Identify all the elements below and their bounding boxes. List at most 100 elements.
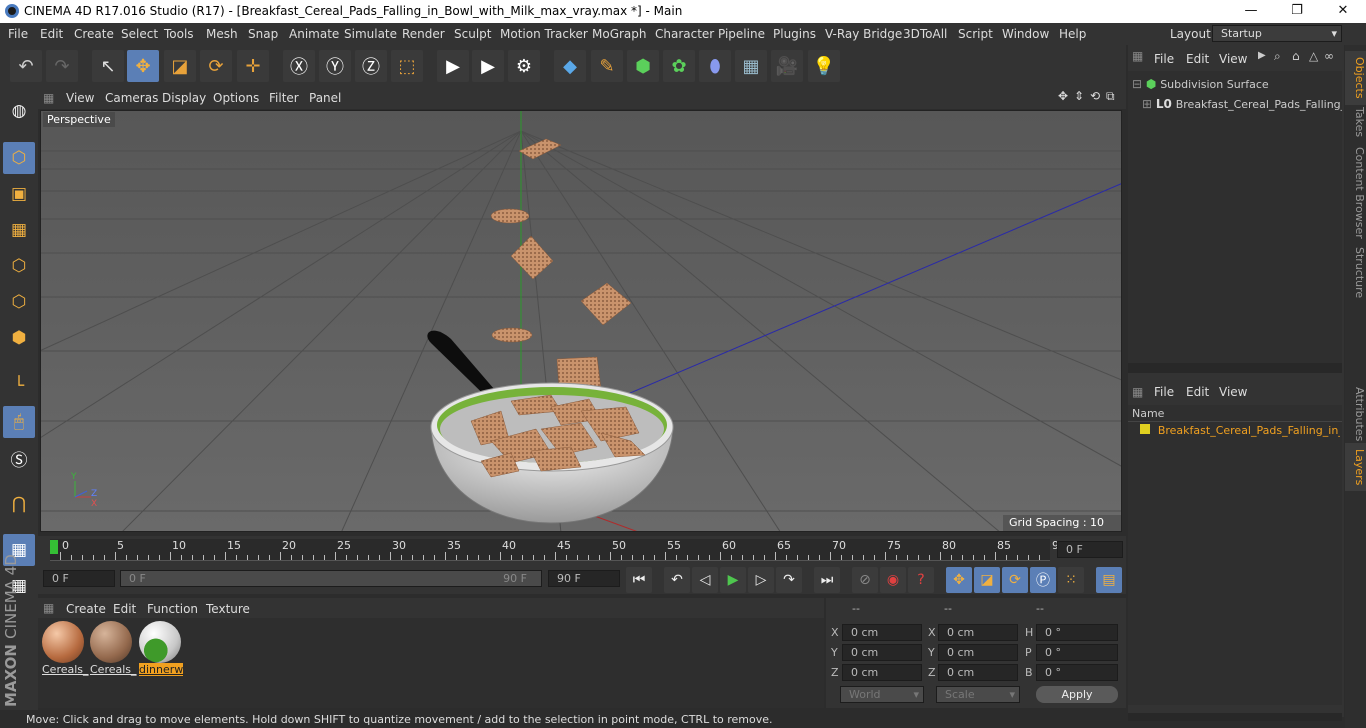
menu-3dtoall[interactable]: 3DToAll (903, 27, 947, 41)
auto-keying-icon[interactable]: ◉ (880, 567, 906, 593)
keyframe-selection-icon[interactable]: ? (908, 567, 934, 593)
tab-structure[interactable]: Structure (1345, 241, 1366, 304)
maximize-button[interactable]: ❐ (1274, 0, 1320, 23)
coordinate-system-icon[interactable]: ⬚ (391, 50, 423, 82)
tree-expand-icon[interactable]: ⊟ (1132, 77, 1142, 91)
timeline-window-icon[interactable]: ▤ (1096, 567, 1122, 593)
coordinate-mode-select[interactable]: World ▾ (840, 686, 924, 703)
workplane-mode-icon[interactable]: ▦ (3, 214, 35, 246)
key-rotation-icon[interactable]: ⟳ (1002, 567, 1028, 593)
tab-takes[interactable]: Takes (1345, 101, 1366, 143)
rot-b-field[interactable]: 0 ° (1036, 664, 1118, 681)
tweak-mode-icon[interactable]: 🖱 (3, 406, 35, 438)
object-item-breakfast-cereal[interactable]: ⊞ L0 Breakfast_Cereal_Pads_Falling_in (1142, 97, 1342, 111)
menu-tools[interactable]: Tools (164, 27, 194, 41)
redo-icon[interactable]: ↷ (46, 50, 78, 82)
object-menu-more-icon[interactable]: ▶ (1258, 50, 1266, 61)
key-parameter-icon[interactable]: Ⓟ (1030, 567, 1056, 593)
material-swatch-cereals-2[interactable]: Cereals_ (90, 621, 137, 677)
axis-mode-icon[interactable]: └ (3, 370, 35, 402)
points-mode-icon[interactable]: ⬡ (3, 250, 35, 282)
viewport-rotate-icon[interactable]: ⟲ (1090, 89, 1100, 103)
z-axis-lock-icon[interactable]: Ⓩ (355, 50, 387, 82)
layout-select[interactable]: Startup ▾ (1212, 25, 1342, 42)
current-frame-field[interactable]: 0 F (1057, 541, 1123, 558)
object-item-subdivision-surface[interactable]: ⊟ ⬢ Subdivision Surface (1132, 77, 1269, 91)
play-icon[interactable]: ▶ (720, 567, 746, 593)
menu-snap[interactable]: Snap (248, 27, 278, 41)
timeline-ruler[interactable]: 051015202530354045505560657075808590 0 F (38, 536, 1126, 564)
menu-pipeline[interactable]: Pipeline (718, 27, 765, 41)
live-selection-icon[interactable]: ↖ (92, 50, 124, 82)
link-icon[interactable]: ∞ (1324, 49, 1334, 63)
menu-character[interactable]: Character (655, 27, 714, 41)
viewport-menu-filter[interactable]: Filter (269, 91, 299, 105)
render-settings-icon[interactable]: ⚙ (508, 50, 540, 82)
light-bulb-icon[interactable]: 💡 (808, 50, 840, 82)
edges-mode-icon[interactable]: ⬡ (3, 286, 35, 318)
polygons-mode-icon[interactable]: ⬢ (3, 322, 35, 354)
up-icon[interactable]: △ (1309, 49, 1318, 63)
camera-label[interactable]: Perspective (43, 112, 115, 127)
perspective-viewport[interactable]: Perspective Y Z X Grid Spacing : 10 cm (40, 110, 1122, 532)
tree-expand-icon[interactable]: ⊞ (1142, 97, 1152, 111)
object-menu-view[interactable]: View (1219, 52, 1247, 66)
viewport-menu-cameras[interactable]: Cameras (105, 91, 158, 105)
key-point-level-icon[interactable]: ⁙ (1058, 567, 1084, 593)
minimize-button[interactable]: — (1228, 0, 1274, 23)
menu-window[interactable]: Window (1002, 27, 1049, 41)
pen-spline-icon[interactable]: ✎ (591, 50, 623, 82)
viewport-pan-icon[interactable]: ✥ (1058, 89, 1068, 103)
previous-key-icon[interactable]: ↶ (664, 567, 690, 593)
viewport-menu-view[interactable]: View (66, 91, 94, 105)
layer-horizontal-scrollbar[interactable] (1128, 713, 1342, 721)
menu-simulate[interactable]: Simulate (344, 27, 397, 41)
move-tool-icon[interactable]: ✥ (127, 50, 159, 82)
tab-attributes[interactable]: Attributes (1345, 381, 1366, 447)
material-swatch-dinnerw[interactable]: dinnerw (139, 621, 183, 677)
size-y-field[interactable]: 0 cm (938, 644, 1018, 661)
pos-z-field[interactable]: 0 cm (842, 664, 922, 681)
material-menu-function[interactable]: Function (147, 602, 198, 616)
x-axis-lock-icon[interactable]: Ⓧ (283, 50, 315, 82)
object-menu-file[interactable]: File (1154, 52, 1174, 66)
record-keys-icon[interactable]: ⊘ (852, 567, 878, 593)
pos-x-field[interactable]: 0 cm (842, 624, 922, 641)
next-frame-icon[interactable]: ▷ (748, 567, 774, 593)
apply-button[interactable]: Apply (1036, 686, 1118, 703)
menu-render[interactable]: Render (402, 27, 445, 41)
menu-script[interactable]: Script (958, 27, 993, 41)
menu-animate[interactable]: Animate (289, 27, 339, 41)
viewport-zoom-icon[interactable]: ⇕ (1074, 89, 1084, 103)
object-horizontal-scrollbar[interactable] (1128, 363, 1342, 373)
model-mode-icon[interactable]: ⬡ (3, 142, 35, 174)
close-button[interactable]: ✕ (1320, 0, 1366, 23)
menu-mesh[interactable]: Mesh (206, 27, 238, 41)
make-editable-icon[interactable]: ◍ (3, 95, 35, 127)
menu-file[interactable]: File (8, 27, 28, 41)
key-position-icon[interactable]: ✥ (946, 567, 972, 593)
rot-p-field[interactable]: 0 ° (1036, 644, 1118, 661)
menu-select[interactable]: Select (121, 27, 158, 41)
end-frame-field[interactable]: 90 F (548, 570, 620, 587)
render-view-icon[interactable]: ▶ (437, 50, 469, 82)
layer-menu-view[interactable]: View (1219, 385, 1247, 399)
menu-mograph[interactable]: MoGraph (592, 27, 647, 41)
viewport-menu-display[interactable]: Display (162, 91, 206, 105)
tab-objects[interactable]: Objects (1345, 51, 1366, 105)
go-to-start-icon[interactable]: ⏮ (626, 567, 652, 593)
start-frame-field[interactable]: 0 F (43, 570, 115, 587)
menu-edit[interactable]: Edit (40, 27, 63, 41)
recent-tool-icon[interactable]: ✛ (237, 50, 269, 82)
material-menu-edit[interactable]: Edit (113, 602, 136, 616)
array-cloner-icon[interactable]: ✿ (663, 50, 695, 82)
undo-icon[interactable]: ↶ (10, 50, 42, 82)
cube-primitive-icon[interactable]: ◆ (554, 50, 586, 82)
menu-vray-bridge[interactable]: V-Ray Bridge (825, 27, 902, 41)
size-z-field[interactable]: 0 cm (938, 664, 1018, 681)
viewport-menu-panel[interactable]: Panel (309, 91, 341, 105)
coordinate-transform-select[interactable]: Scale ▾ (936, 686, 1020, 703)
layer-menu-edit[interactable]: Edit (1186, 385, 1209, 399)
subdivision-surface-icon[interactable]: ⬢ (627, 50, 659, 82)
soft-selection-icon[interactable]: Ⓢ (3, 442, 35, 474)
